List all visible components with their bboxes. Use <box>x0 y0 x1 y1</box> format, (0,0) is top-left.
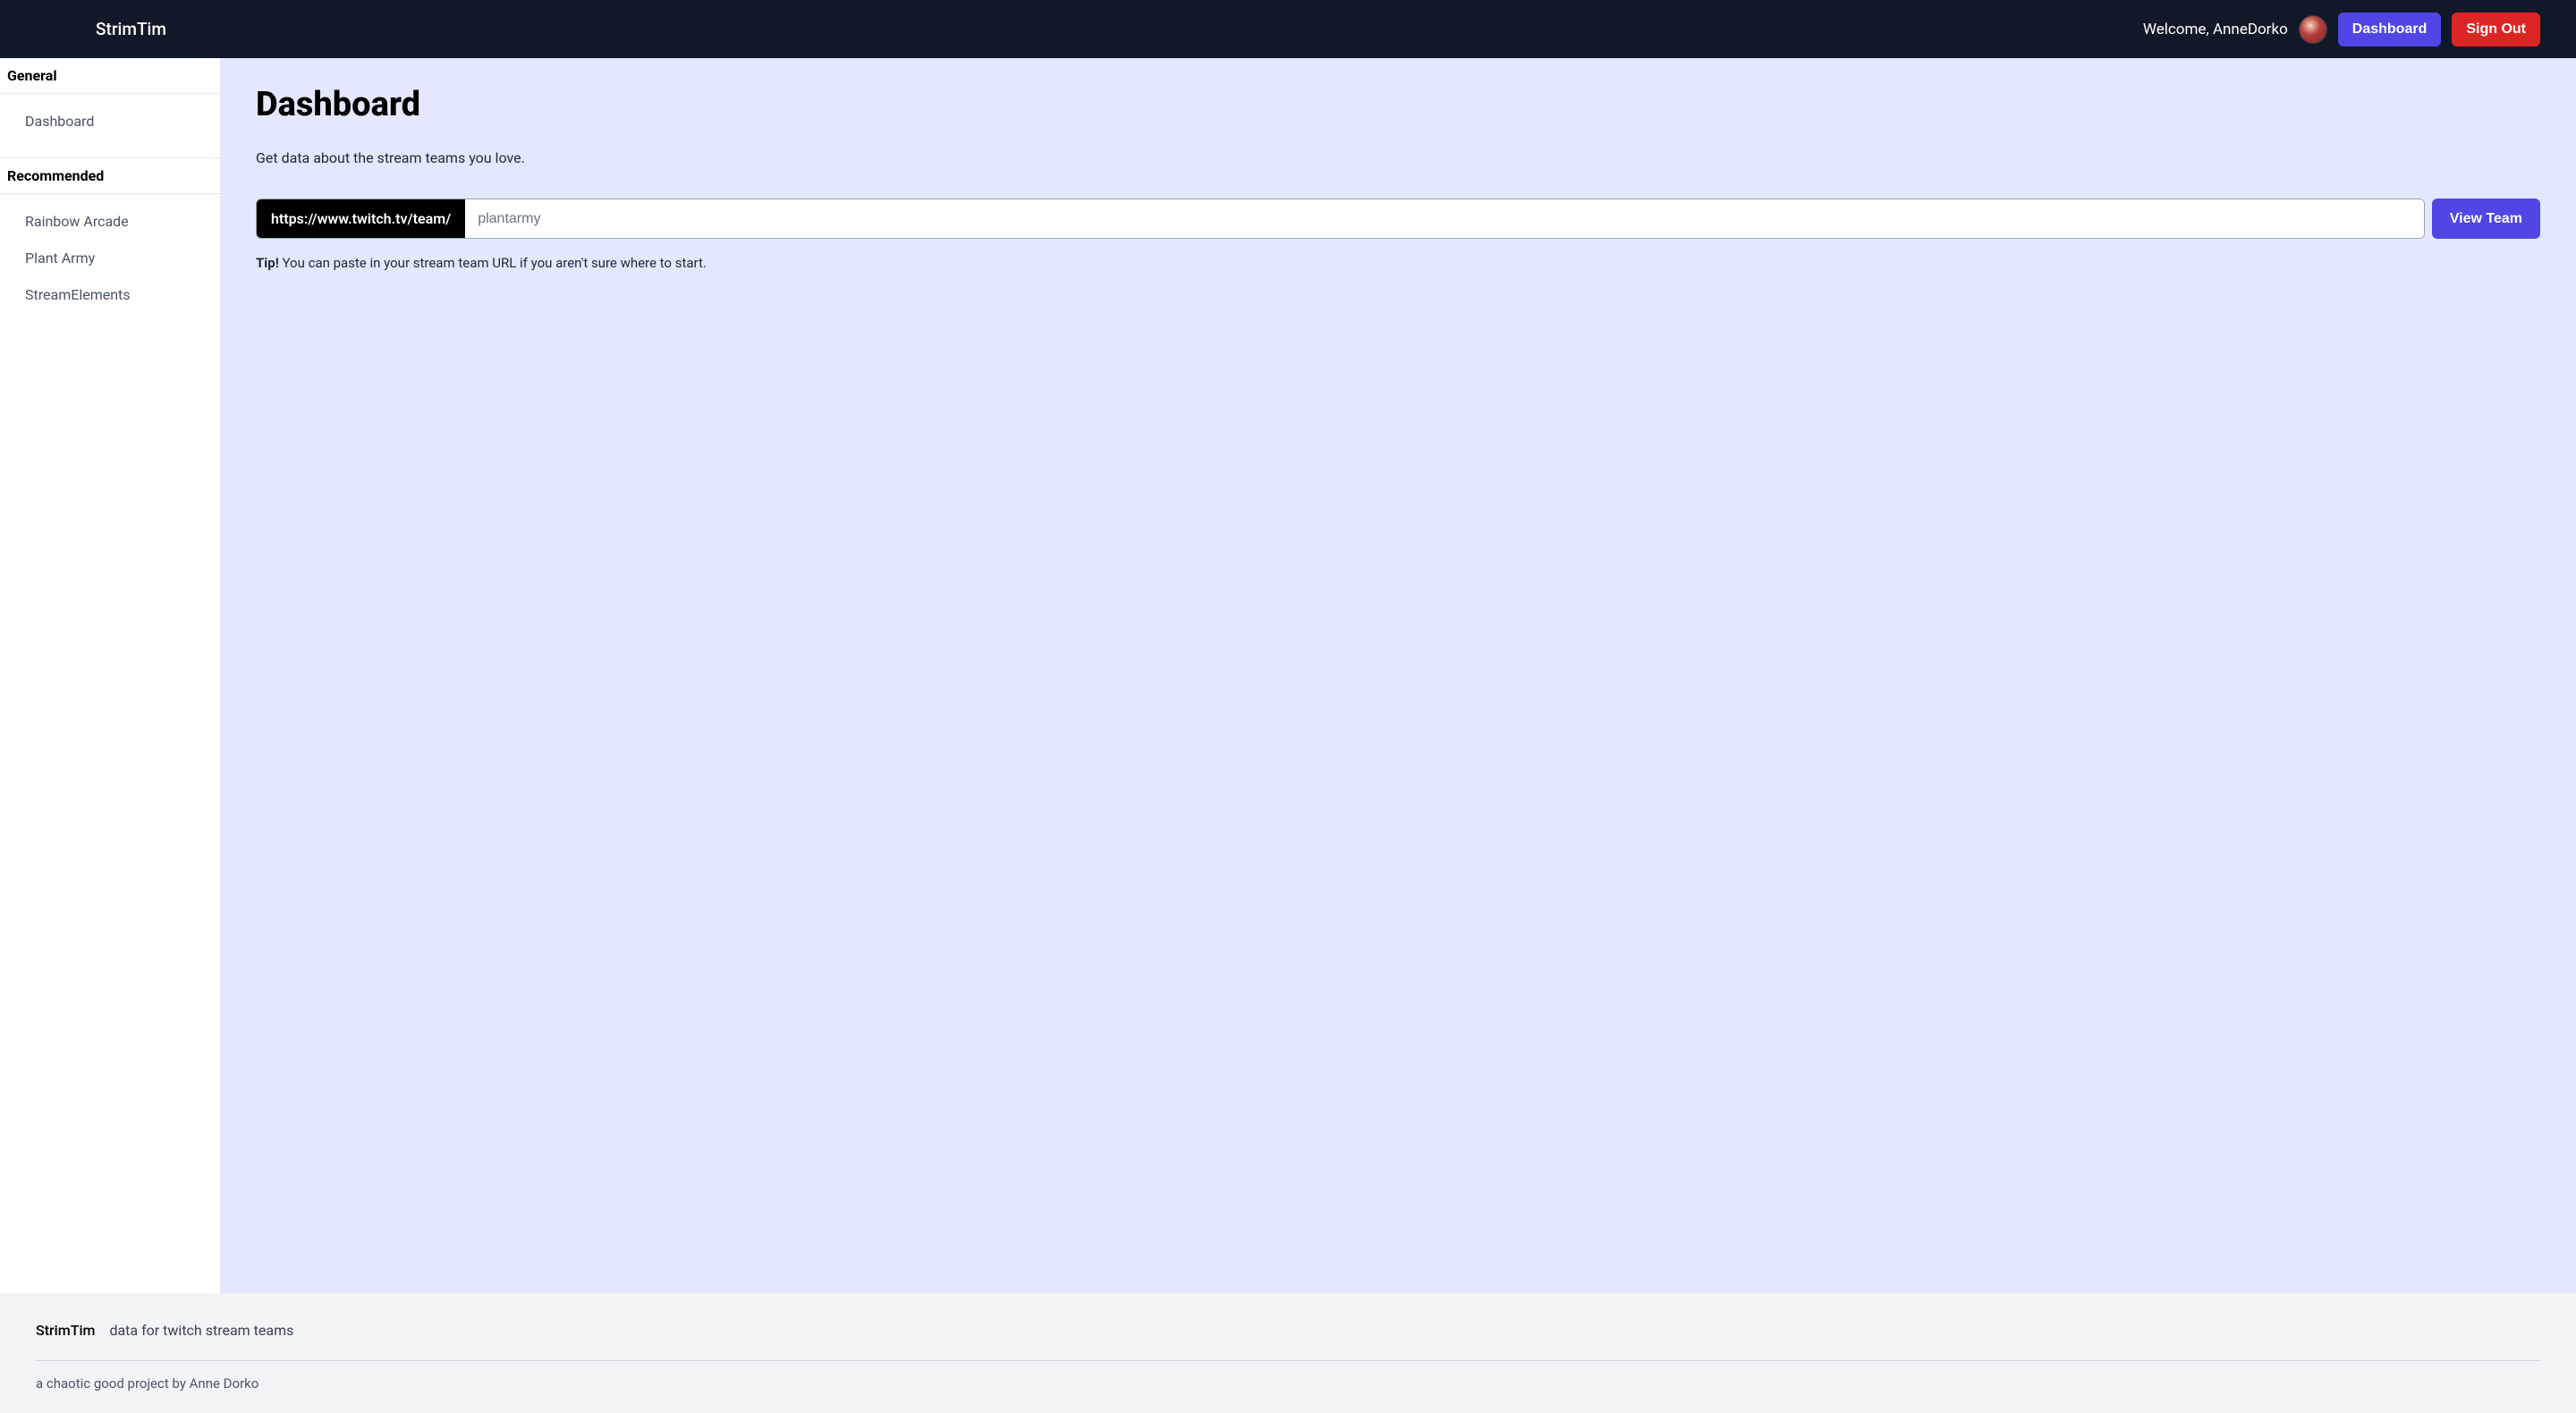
team-slug-input[interactable] <box>465 199 2424 238</box>
topbar: StrimTim Welcome, AnneDorko Dashboard Si… <box>0 0 2576 58</box>
team-input-group: https://www.twitch.tv/team/ <box>256 199 2425 239</box>
username: AnneDorko <box>2213 21 2288 38</box>
content-wrapper: General Dashboard Recommended Rainbow Ar… <box>0 58 2576 1293</box>
footer: StrimTim data for twitch stream teams a … <box>0 1293 2576 1413</box>
avatar[interactable] <box>2299 15 2327 44</box>
footer-brand[interactable]: StrimTim <box>36 1322 95 1339</box>
tip-label: Tip! <box>256 255 279 271</box>
sidebar-section-recommended: Recommended <box>0 157 220 194</box>
footer-tagline: data for twitch stream teams <box>109 1322 293 1339</box>
welcome-text: Welcome, AnneDorko <box>2143 21 2288 38</box>
tip-text: Tip! You can paste in your stream team U… <box>256 255 2540 271</box>
team-search-row: https://www.twitch.tv/team/ View Team <box>256 199 2540 239</box>
footer-credit: a chaotic good project by Anne Dorko <box>36 1361 2540 1392</box>
main-content: Dashboard Get data about the stream team… <box>220 58 2576 1293</box>
footer-top: StrimTim data for twitch stream teams <box>36 1322 2540 1361</box>
url-prefix-addon: https://www.twitch.tv/team/ <box>257 199 465 238</box>
sidebar-items-recommended: Rainbow Arcade Plant Army StreamElements <box>0 194 220 331</box>
sidebar-item-rainbow-arcade[interactable]: Rainbow Arcade <box>0 203 220 240</box>
signout-button[interactable]: Sign Out <box>2452 13 2540 47</box>
welcome-prefix: Welcome, <box>2143 21 2213 38</box>
topbar-right: Welcome, AnneDorko Dashboard Sign Out <box>2143 13 2540 47</box>
sidebar-item-plant-army[interactable]: Plant Army <box>0 240 220 276</box>
sidebar-item-dashboard[interactable]: Dashboard <box>0 103 220 140</box>
page-subtitle: Get data about the stream teams you love… <box>256 149 2540 166</box>
sidebar: General Dashboard Recommended Rainbow Ar… <box>0 58 220 1293</box>
dashboard-button[interactable]: Dashboard <box>2338 13 2442 47</box>
sidebar-item-streamelements[interactable]: StreamElements <box>0 276 220 313</box>
tip-body: You can paste in your stream team URL if… <box>279 255 707 271</box>
view-team-button[interactable]: View Team <box>2432 199 2540 239</box>
brand-logo[interactable]: StrimTim <box>96 19 166 39</box>
sidebar-section-general: General <box>0 58 220 94</box>
page-title: Dashboard <box>256 85 2540 124</box>
sidebar-items-general: Dashboard <box>0 94 220 157</box>
